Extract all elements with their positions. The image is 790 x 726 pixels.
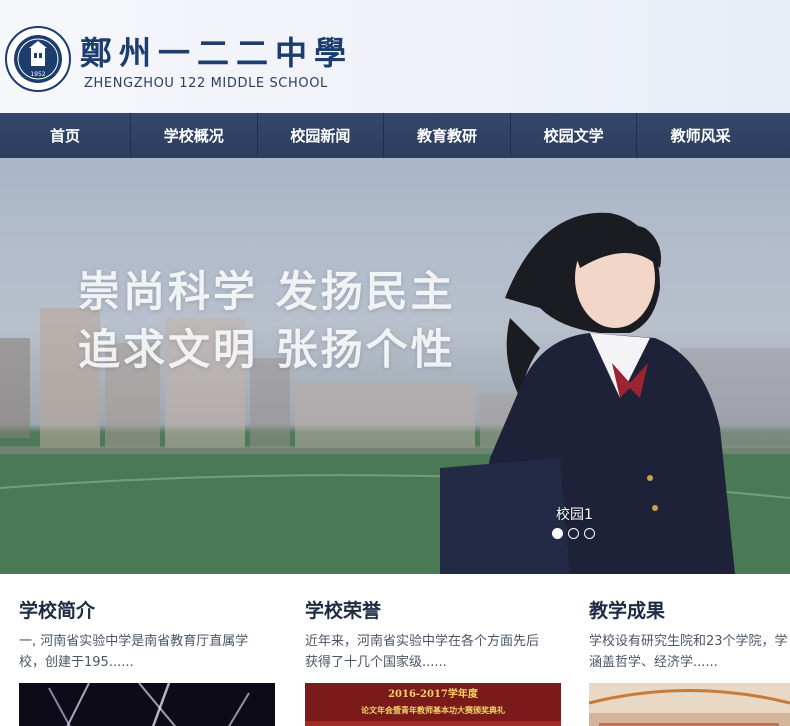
main-nav: 首页 学校概况 校园新闻 教育教研 校园文学 教师风采 — [0, 113, 790, 158]
svg-text:1952: 1952 — [30, 71, 45, 78]
section-thumbnail-hall[interactable] — [588, 683, 790, 726]
section-school-honors: 学校荣誉 近年来，河南省实验中学在各个方面先后 获得了十几个国家级...... … — [305, 596, 575, 726]
section-title[interactable]: 学校简介 — [19, 596, 289, 623]
site-header: 1952 鄭州一二二中學 ZHENGZHOU 122 MIDDLE SCHOOL — [0, 0, 790, 113]
nav-item-teaching-research[interactable]: 教育教研 — [384, 113, 511, 158]
svg-text:论文年会暨青年教师基本功大赛颁奖典礼: 论文年会暨青年教师基本功大赛颁奖典礼 — [361, 705, 505, 715]
school-name-chinese: 鄭州一二二中學 — [80, 34, 354, 72]
nav-item-teacher-showcase[interactable]: 教师风采 — [637, 113, 764, 158]
nav-item-school-overview[interactable]: 学校概况 — [131, 113, 258, 158]
nav-item-home[interactable]: 首页 — [0, 113, 131, 158]
svg-text:2016-2017学年度: 2016-2017学年度 — [388, 687, 479, 700]
summary-line: 校，创建于195...... — [19, 655, 134, 670]
slide-caption: 校园1 — [556, 507, 593, 523]
carousel-dot-1[interactable] — [552, 528, 563, 539]
hero-carousel[interactable]: 崇尚科学 发扬民主 追求文明 张扬个性 校园1 — [0, 158, 790, 574]
school-seal-logo[interactable]: 1952 — [5, 26, 71, 92]
section-summary[interactable]: 学校设有研究生院和23个学院，学 涵盖哲学、经济学...... — [589, 631, 790, 673]
summary-line: 涵盖哲学、经济学...... — [589, 655, 718, 670]
section-thumbnail-stage-lights[interactable] — [19, 682, 275, 726]
summary-line: 学校设有研究生院和23个学院，学 — [589, 634, 788, 649]
section-title[interactable]: 学校荣誉 — [305, 596, 575, 623]
summary-line: 近年来，河南省实验中学在各个方面先后 — [305, 634, 540, 649]
nav-item-campus-news[interactable]: 校园新闻 — [258, 113, 385, 158]
nav-item-campus-literature[interactable]: 校园文学 — [511, 113, 638, 158]
carousel-dot-3[interactable] — [584, 528, 595, 539]
summary-line: 一, 河南省实验中学是南省教育厅直属学 — [19, 634, 249, 649]
section-summary[interactable]: 一, 河南省实验中学是南省教育厅直属学 校，创建于195...... — [19, 631, 289, 673]
banner-slogan-line-2: 追求文明 张扬个性 — [78, 325, 456, 374]
section-school-intro: 学校简介 一, 河南省实验中学是南省教育厅直属学 校，创建于195...... — [19, 596, 289, 726]
section-teaching-results: 教学成果 学校设有研究生院和23个学院，学 涵盖哲学、经济学...... — [588, 596, 790, 726]
section-thumbnail-award-ceremony[interactable]: 2016-2017学年度 论文年会暨青年教师基本功大赛颁奖典礼 — [305, 683, 561, 726]
carousel-dot-2[interactable] — [568, 528, 579, 539]
banner-slogan-line-1: 崇尚科学 发扬民主 — [78, 267, 456, 316]
summary-line: 获得了十几个国家级...... — [305, 655, 447, 670]
section-title[interactable]: 教学成果 — [589, 596, 790, 623]
section-summary[interactable]: 近年来，河南省实验中学在各个方面先后 获得了十几个国家级...... — [305, 631, 575, 673]
school-name-english: ZHENGZHOU 122 MIDDLE SCHOOL — [84, 76, 328, 91]
carousel-indicators — [552, 528, 595, 539]
